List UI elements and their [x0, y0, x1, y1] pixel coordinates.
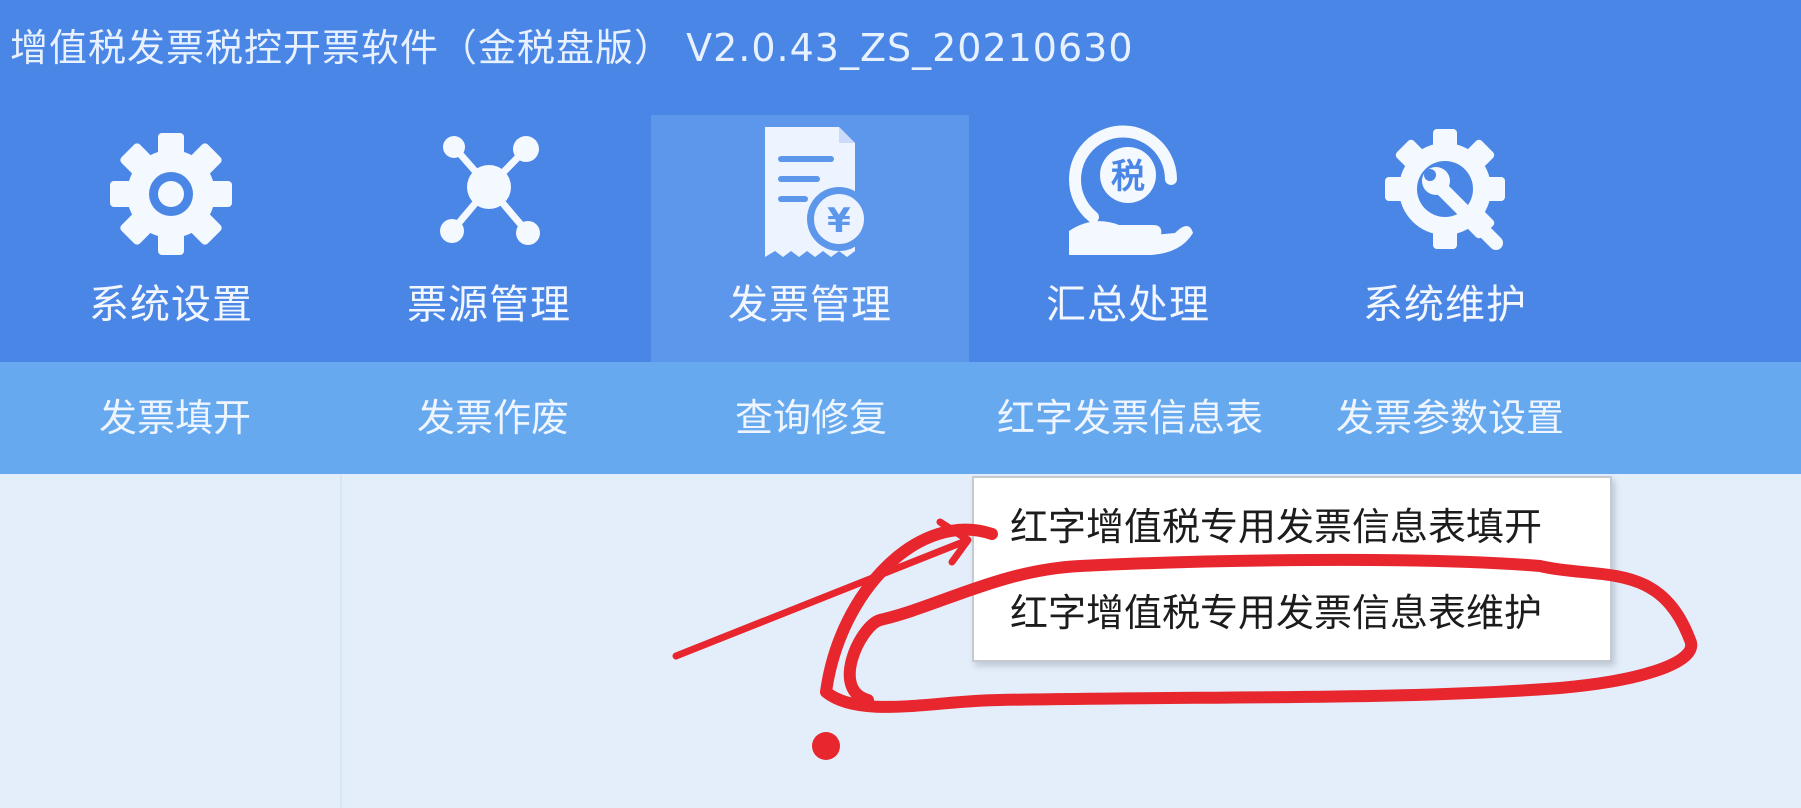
tax-glyph: 税: [1111, 157, 1145, 197]
app-window: 增值税发票税控开票软件（金税盘版） V2.0.43_ZS_20210630 系统…: [0, 0, 1801, 808]
submenu-item-red-invoice-info[interactable]: 红字发票信息表: [980, 362, 1280, 474]
toolbar-item-label: 票源管理: [407, 282, 571, 328]
tax-hand-icon: 税: [1069, 125, 1193, 255]
main-toolbar: 系统设置 票源管理 ¥ 发票管理 税 汇总处理 系统维护: [0, 115, 1801, 362]
toolbar-item-system-maintenance[interactable]: 系统维护: [1286, 115, 1604, 362]
submenu-item-query-repair[interactable]: 查询修复: [676, 362, 946, 474]
window-title: 增值税发票税控开票软件（金税盘版） V2.0.43_ZS_20210630: [10, 26, 1134, 70]
toolbar-item-label: 发票管理: [728, 282, 892, 328]
red-invoice-dropdown-menu: 红字增值税专用发票信息表填开 红字增值税专用发票信息表维护: [972, 476, 1612, 662]
yuan-glyph: ¥: [827, 201, 851, 241]
submenu-bar: 发票填开 发票作废 查询修复 红字发票信息表 发票参数设置: [0, 362, 1801, 474]
menu-item-red-info-fill[interactable]: 红字增值税专用发票信息表填开: [974, 484, 1610, 570]
toolbar-item-label: 系统维护: [1363, 282, 1527, 328]
toolbar-item-label: 汇总处理: [1046, 282, 1210, 328]
header: 增值税发票税控开票软件（金税盘版） V2.0.43_ZS_20210630 系统…: [0, 0, 1801, 362]
invoice-yuan-icon: ¥: [765, 127, 871, 257]
content-divider: [340, 474, 342, 808]
submenu-item-invoice-void[interactable]: 发票作废: [358, 362, 628, 474]
submenu-item-invoice-fill[interactable]: 发票填开: [40, 362, 310, 474]
network-icon: [440, 136, 540, 245]
toolbar-item-label: 系统设置: [89, 282, 253, 328]
toolbar-item-summary[interactable]: 税 汇总处理: [969, 115, 1287, 362]
gear-icon: [110, 133, 232, 255]
submenu-item-invoice-params[interactable]: 发票参数设置: [1300, 362, 1600, 474]
wrench-gear-icon: [1385, 129, 1505, 250]
menu-item-red-info-maintain[interactable]: 红字增值税专用发票信息表维护: [974, 570, 1610, 656]
toolbar-item-ticket-source[interactable]: 票源管理: [330, 115, 648, 362]
toolbar-item-invoice-management[interactable]: ¥ 发票管理: [651, 115, 969, 362]
toolbar-item-system-settings[interactable]: 系统设置: [12, 115, 330, 362]
